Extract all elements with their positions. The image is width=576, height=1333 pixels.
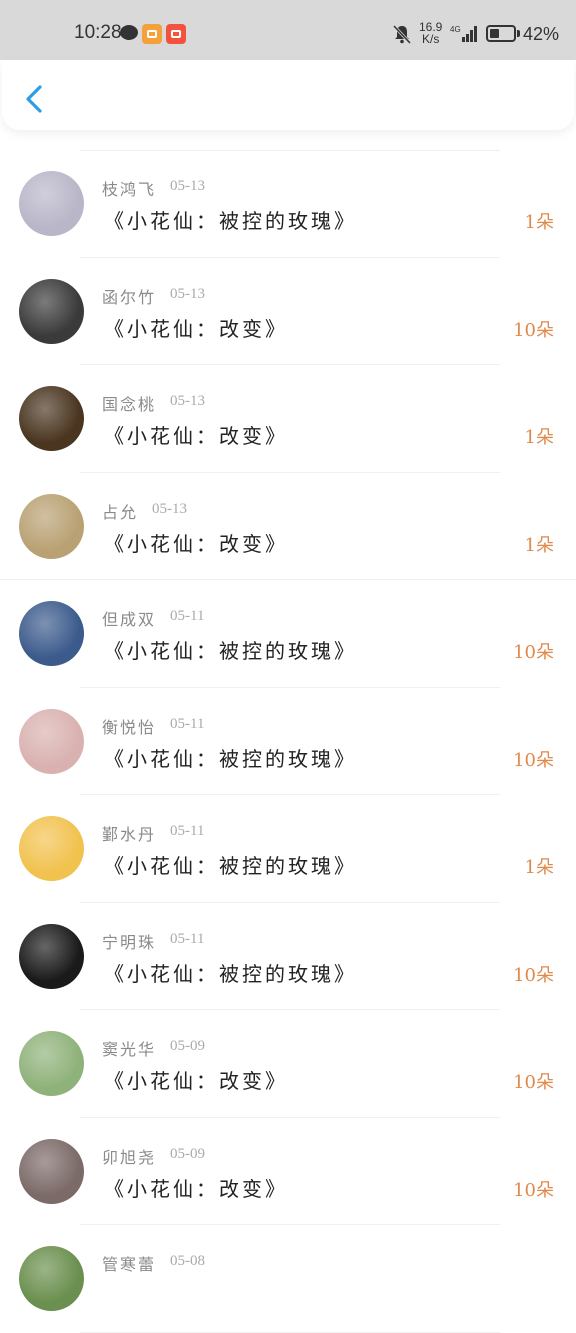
list-item[interactable]: 卯旭尧 05-09 《小花仙：改变》 10朵 [0, 1118, 576, 1225]
list-item[interactable]: 鄞水丹 05-11 《小花仙：被控的玫瑰》 1朵 [0, 795, 576, 903]
list-item[interactable]: 衡悦怡 05-11 《小花仙：被控的玫瑰》 10朵 [0, 688, 576, 795]
gift-title: 《小花仙：改变》 [104, 1069, 288, 1093]
list-item[interactable]: 管寒蕾 05-08 [0, 1225, 576, 1333]
sender-name: 窦光华 [102, 1040, 157, 1059]
flower-count: 1朵 [524, 427, 554, 448]
sender-name: 管寒蕾 [102, 1255, 157, 1274]
flower-count: 10朵 [513, 319, 554, 341]
avatar[interactable] [19, 923, 84, 989]
gift-list: 枝鸿飞 05-13 《小花仙：被控的玫瑰》 1朵 函尔竹 05-13 《小花仙：… [0, 150, 576, 1333]
avatar[interactable] [19, 386, 84, 451]
gift-date: 05-11 [170, 715, 205, 732]
avatar[interactable] [19, 708, 84, 774]
gift-date: 05-11 [170, 930, 205, 947]
gift-date: 05-13 [152, 500, 187, 517]
gift-date: 05-13 [170, 393, 205, 409]
sender-name: 卯旭尧 [102, 1147, 157, 1167]
avatar[interactable] [19, 1138, 84, 1204]
chevron-left-icon[interactable] [20, 82, 50, 116]
gift-title: 《小花仙：被控的玫瑰》 [104, 746, 357, 771]
svg-text:4G: 4G [450, 25, 461, 34]
gift-title: 《小花仙：改变》 [104, 531, 288, 556]
sender-name: 枝鸿飞 [102, 180, 157, 199]
gift-title: 《小花仙：被控的玫瑰》 [104, 854, 357, 878]
gift-title: 《小花仙：改变》 [104, 424, 288, 448]
flower-count: 1朵 [524, 212, 554, 233]
sender-name: 衡悦怡 [102, 717, 157, 737]
sender-name: 国念桃 [102, 395, 157, 414]
avatar[interactable] [19, 493, 84, 559]
list-item[interactable]: 但成双 05-11 《小花仙：被控的玫瑰》 10朵 [0, 580, 576, 688]
list-item[interactable]: 宁明珠 05-11 《小花仙：被控的玫瑰》 10朵 [0, 903, 576, 1010]
gift-date: 05-11 [170, 823, 205, 839]
clock: 10:28 [74, 22, 122, 43]
net-speed: 16.9 K/s [419, 21, 442, 45]
flower-count: 10朵 [513, 749, 554, 771]
avatar[interactable] [19, 816, 84, 881]
avatar[interactable] [19, 601, 84, 666]
net-speed-unit: K/s [422, 32, 440, 46]
app-notification-icon [166, 24, 186, 44]
list-item[interactable]: 占允 05-13 《小花仙：改变》 1朵 [0, 473, 576, 580]
gift-title: 《小花仙：改变》 [104, 1176, 288, 1201]
gift-date: 05-11 [170, 608, 205, 624]
list-item[interactable]: 枝鸿飞 05-13 《小花仙：被控的玫瑰》 1朵 [0, 150, 576, 258]
gift-date: 05-08 [170, 1253, 205, 1269]
gift-title: 《小花仙：被控的玫瑰》 [104, 639, 357, 663]
list-item[interactable]: 函尔竹 05-13 《小花仙：改变》 10朵 [0, 258, 576, 365]
gift-date: 05-13 [170, 285, 205, 302]
app-notification-icon [142, 24, 162, 44]
battery-percent: 42% [523, 24, 560, 44]
flower-count: 10朵 [513, 964, 554, 986]
gift-title: 《小花仙：被控的玫瑰》 [104, 961, 357, 986]
gift-date: 05-13 [170, 178, 205, 194]
divider [80, 1331, 500, 1333]
top-bar [2, 60, 574, 130]
sender-name: 占允 [102, 502, 139, 522]
flower-count: 10朵 [513, 1179, 554, 1201]
battery-fill [490, 29, 499, 38]
flower-count: 1朵 [524, 534, 554, 556]
avatar[interactable] [19, 1031, 84, 1096]
avatar[interactable] [19, 1246, 84, 1311]
sender-name: 鄞水丹 [102, 825, 157, 844]
avatar[interactable] [19, 171, 84, 236]
status-bar: 10:28 16.9 K/s 4G 42% [0, 0, 576, 60]
gift-date: 05-09 [170, 1038, 205, 1054]
sender-name: 但成双 [102, 610, 157, 629]
battery-icon [486, 25, 516, 42]
list-item[interactable]: 窦光华 05-09 《小花仙：改变》 10朵 [0, 1010, 576, 1118]
bell-off-icon [393, 24, 411, 44]
list-item[interactable]: 国念桃 05-13 《小花仙：改变》 1朵 [0, 365, 576, 473]
sender-name: 宁明珠 [102, 932, 157, 952]
gift-title: 《小花仙：被控的玫瑰》 [104, 209, 357, 233]
signal-icon: 4G [450, 25, 477, 42]
flower-count: 10朵 [513, 642, 554, 663]
avatar[interactable] [19, 278, 84, 344]
flower-count: 10朵 [513, 1072, 554, 1093]
sender-name: 函尔竹 [102, 287, 157, 307]
battery-cap [517, 30, 520, 37]
chat-icon [120, 25, 138, 40]
gift-date: 05-09 [170, 1145, 205, 1162]
gift-title: 《小花仙：改变》 [104, 316, 288, 341]
flower-count: 1朵 [524, 857, 554, 878]
